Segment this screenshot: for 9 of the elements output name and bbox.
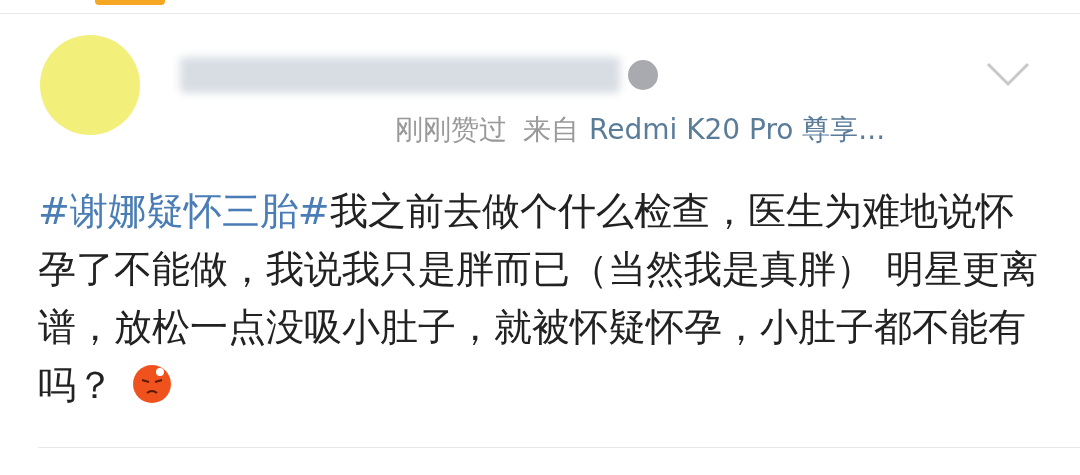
tab-indicator bbox=[95, 0, 165, 5]
source-label: 来自 bbox=[523, 112, 579, 148]
post-text: #谢娜疑怀三胎#我之前去做个什么检查，医生为难地说怀孕了不能做，我说我只是胖而已（当然我是真胖） 明星更离谱，放松一点没吸小肚子，就被怀疑怀孕，小肚子都不能有吗？ bbox=[38, 188, 1040, 409]
like-status: 刚刚赞过 bbox=[395, 112, 507, 148]
device-link[interactable]: Redmi K20 Pro 尊享... bbox=[589, 109, 886, 151]
expand-icon[interactable] bbox=[986, 62, 1030, 88]
hashtag-link[interactable]: #谢娜疑怀三胎# bbox=[38, 189, 330, 233]
badge-icon bbox=[628, 60, 658, 90]
angry-emoji-icon bbox=[132, 364, 172, 404]
